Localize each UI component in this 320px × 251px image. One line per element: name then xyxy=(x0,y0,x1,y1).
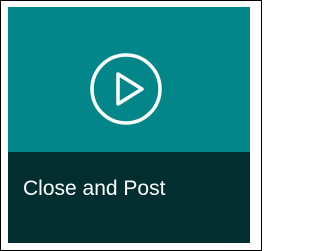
tile-label: Close and Post xyxy=(23,177,166,200)
close-and-post-tile[interactable]: Close and Post xyxy=(8,7,250,243)
play-circle-icon xyxy=(90,53,162,125)
tile-caption-bar: Close and Post xyxy=(8,152,250,243)
tile-frame: Close and Post xyxy=(0,0,262,251)
tile-icon-area xyxy=(8,7,250,152)
